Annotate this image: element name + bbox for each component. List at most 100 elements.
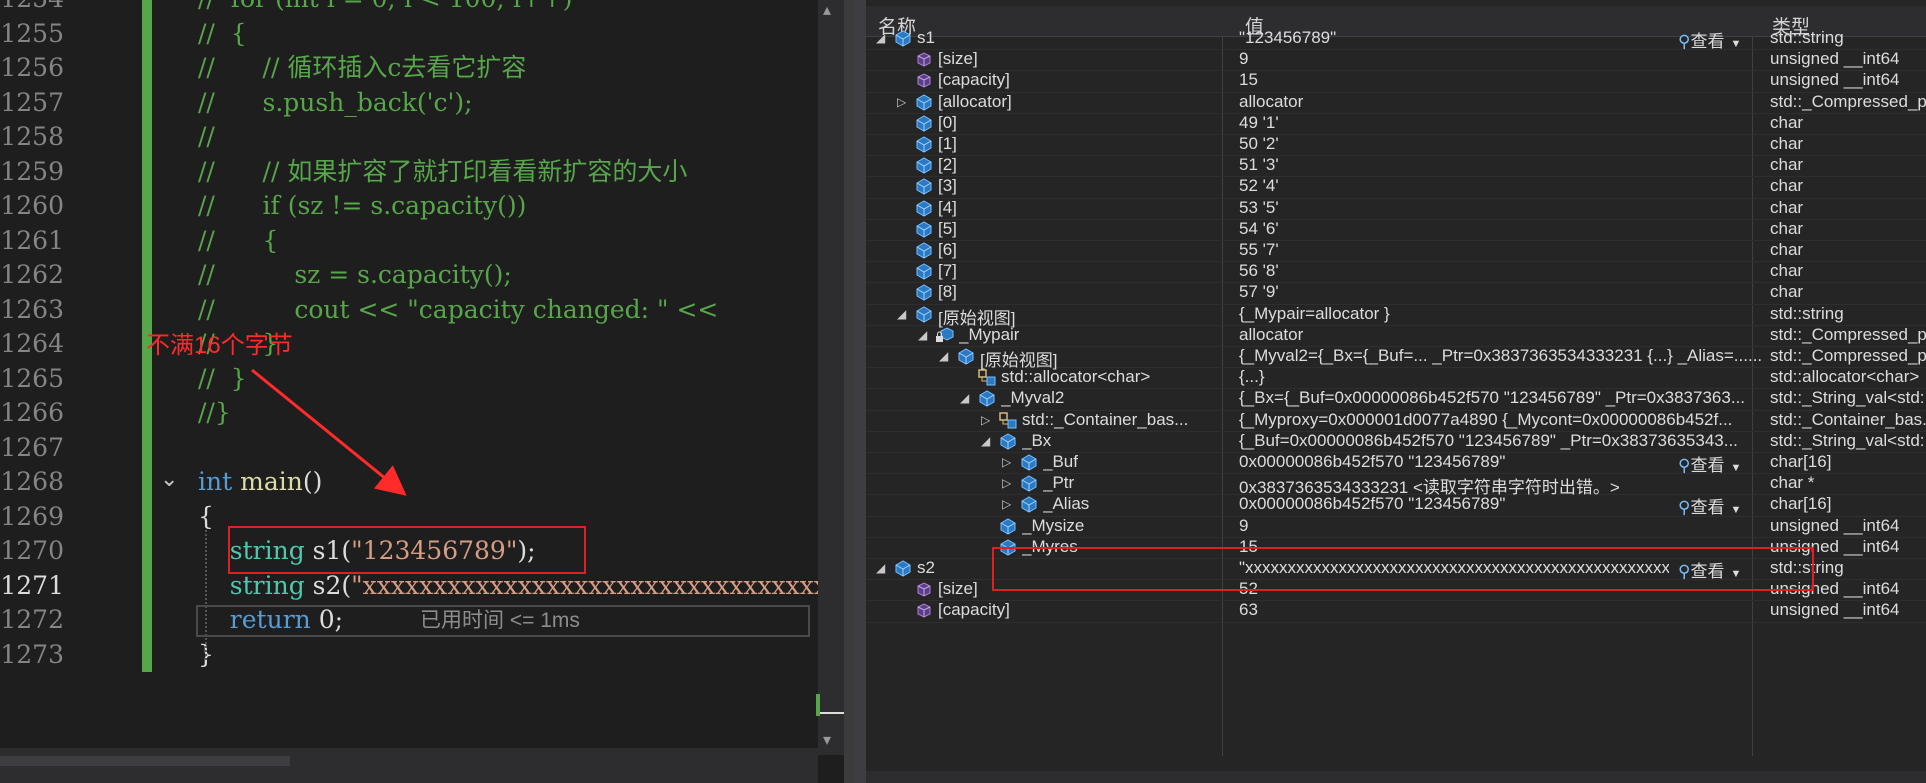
- code-line[interactable]: //}: [198, 396, 231, 431]
- code-token: // {: [198, 225, 279, 255]
- scroll-down-icon[interactable]: ▾: [823, 730, 831, 749]
- code-line[interactable]: // sz = s.capacity();: [198, 258, 512, 293]
- code-line[interactable]: // }: [198, 362, 247, 397]
- watch-value[interactable]: allocator: [1239, 92, 1764, 112]
- watch-row[interactable]: std::allocator<char> {...} std::allocator<…: [866, 367, 1926, 390]
- line-number: 1259: [0, 156, 64, 186]
- watch-value[interactable]: 51 '3': [1239, 155, 1764, 175]
- horizontal-scrollbar[interactable]: [0, 756, 290, 766]
- watch-value[interactable]: {_Mypair=allocator }: [1239, 304, 1764, 324]
- watch-row[interactable]: [1] 50 '2' char: [866, 134, 1926, 157]
- dropdown-icon[interactable]: ▼: [1730, 504, 1741, 516]
- watch-row[interactable]: [size] 9 unsigned __int64: [866, 49, 1926, 72]
- code-editor[interactable]: 1254 // for (int i = 0; i < 100; i++) 1255…: [0, 0, 818, 783]
- watch-row[interactable]: ▷ _Alias 0x00000086b452f570 "123456789" ⚲查看…: [866, 494, 1926, 517]
- code-line[interactable]: // for (int i = 0; i < 100; i++): [198, 0, 572, 17]
- watch-value[interactable]: {_Buf=0x00000086b452f570 "123456789" _Pt…: [1239, 431, 1764, 451]
- code-line[interactable]: // s.push_back('c');: [198, 86, 473, 121]
- watch-value[interactable]: 49 '1': [1239, 113, 1764, 133]
- watch-row[interactable]: [8] 57 '9' char: [866, 282, 1926, 305]
- code-line[interactable]: {: [198, 500, 214, 535]
- object-icon: [1019, 494, 1039, 514]
- panel-splitter[interactable]: [844, 0, 854, 783]
- watch-row[interactable]: ◢ _Mypair allocator std::_Compressed_p...: [866, 325, 1926, 347]
- watch-value[interactable]: 9: [1239, 49, 1764, 69]
- watch-value[interactable]: {_Bx={_Buf=0x00000086b452f570 "123456789…: [1239, 388, 1764, 408]
- watch-value[interactable]: allocator: [1239, 325, 1764, 345]
- watch-row[interactable]: ▷ [allocator] allocator std::_Compressed_p.…: [866, 92, 1926, 114]
- expand-icon[interactable]: ▷: [981, 413, 990, 427]
- watch-row[interactable]: ◢ _Bx {_Buf=0x00000086b452f570 "123456789"…: [866, 431, 1926, 453]
- dropdown-icon[interactable]: ▼: [1730, 462, 1741, 474]
- line-number: 1267: [0, 432, 64, 462]
- object-icon: [914, 176, 934, 196]
- watch-value[interactable]: 53 '5': [1239, 198, 1764, 218]
- watch-name: _Mypair: [959, 324, 1020, 344]
- dropdown-icon[interactable]: ▼: [1730, 38, 1741, 50]
- watch-type: char: [1770, 261, 1804, 281]
- watch-row[interactable]: ◢ [原始视图] {_Myval2={_Bx={_Buf=... _Ptr=0x38…: [866, 346, 1926, 370]
- line-number: 1264: [0, 329, 64, 358]
- code-token: // sz = s.capacity();: [198, 260, 512, 289]
- collapse-icon[interactable]: ◢: [897, 307, 906, 321]
- watch-row[interactable]: [capacity] 15 unsigned __int64: [866, 70, 1926, 93]
- collapse-icon[interactable]: ◢: [876, 561, 885, 575]
- collapse-icon[interactable]: ◢: [960, 391, 969, 405]
- code-line[interactable]: // {: [198, 224, 278, 259]
- collapse-icon[interactable]: ◢: [981, 434, 990, 448]
- expand-icon[interactable]: ▷: [1002, 455, 1011, 469]
- code-line[interactable]: int main(): [198, 465, 322, 500]
- watch-value[interactable]: 0x00000086b452f570 "123456789": [1239, 452, 1669, 472]
- collapse-icon[interactable]: ◢: [918, 328, 927, 342]
- watch-name: [size]: [938, 579, 978, 599]
- watch-value[interactable]: 63: [1239, 600, 1764, 620]
- watch-row[interactable]: [capacity] 63 unsigned __int64: [866, 600, 1926, 623]
- watch-row[interactable]: ▷ _Ptr 0x3837363534333231 <读取字符串字符时出错。> cha…: [866, 473, 1926, 497]
- watch-value[interactable]: 9: [1239, 516, 1764, 536]
- watch-value[interactable]: 50 '2': [1239, 134, 1764, 154]
- watch-row[interactable]: ◢ _Myval2 {_Bx={_Buf=0x00000086b452f570 "1…: [866, 388, 1926, 411]
- watch-value[interactable]: 15: [1239, 70, 1764, 90]
- watch-row[interactable]: [0] 49 '1' char: [866, 113, 1926, 135]
- watch-row[interactable]: [6] 55 '7' char: [866, 240, 1926, 263]
- code-line[interactable]: // cout << "capacity changed: " <<: [198, 293, 718, 328]
- watch-row[interactable]: _Mysize 9 unsigned __int64: [866, 516, 1926, 538]
- watch-value[interactable]: {_Myproxy=0x000001d0077a4890 {_Mycont=0x…: [1239, 410, 1764, 430]
- watch-row[interactable]: [5] 54 '6' char: [866, 219, 1926, 241]
- watch-row[interactable]: ◢ s1 "123456789" ⚲查看 ▼ std::string: [866, 28, 1926, 51]
- watch-row[interactable]: [2] 51 '3' char: [866, 155, 1926, 178]
- expand-icon[interactable]: ▷: [1002, 476, 1011, 490]
- watch-row[interactable]: ▷ std::_Container_bas... {_Myproxy=0x00000…: [866, 410, 1926, 432]
- collapse-icon[interactable]: ◢: [876, 31, 885, 45]
- watch-value[interactable]: 54 '6': [1239, 219, 1764, 239]
- watch-row[interactable]: [4] 53 '5' char: [866, 198, 1926, 220]
- collapse-icon[interactable]: ◢: [939, 349, 948, 363]
- watch-value[interactable]: 55 '7': [1239, 240, 1764, 260]
- watch-value[interactable]: {...}: [1239, 367, 1764, 387]
- code-line[interactable]: // // 如果扩容了就打印看看新扩容的大小: [198, 155, 687, 190]
- expand-icon[interactable]: ▷: [897, 95, 906, 109]
- watch-row[interactable]: ▷ _Buf 0x00000086b452f570 "123456789" ⚲查看 ▼ c…: [866, 452, 1926, 475]
- collapse-main-icon[interactable]: ⌄: [160, 469, 180, 491]
- watch-value[interactable]: {_Myval2={_Bx={_Buf=... _Ptr=0x383736353…: [1239, 346, 1764, 366]
- watch-row[interactable]: [7] 56 '8' char: [866, 261, 1926, 284]
- code-line[interactable]: // // 循环插入c去看它扩容: [198, 51, 526, 86]
- code-line[interactable]: // if (sz != s.capacity()): [198, 189, 526, 224]
- watch-value[interactable]: 0x00000086b452f570 "123456789": [1239, 494, 1669, 514]
- view-label: 查看: [1690, 456, 1725, 475]
- watch-value[interactable]: 57 '9': [1239, 282, 1764, 302]
- private-member-icon: [935, 325, 955, 345]
- watch-name: [size]: [938, 49, 978, 69]
- watch-scrollbar[interactable]: [854, 0, 866, 783]
- watch-name: [6]: [938, 240, 957, 259]
- scroll-up-icon[interactable]: ▴: [823, 0, 831, 19]
- watch-value[interactable]: "123456789": [1239, 28, 1669, 48]
- watch-value[interactable]: 52 '4': [1239, 176, 1764, 196]
- expand-icon[interactable]: ▷: [1002, 497, 1011, 511]
- watch-value[interactable]: 56 '8': [1239, 261, 1764, 281]
- watch-row[interactable]: [3] 52 '4' char: [866, 176, 1926, 199]
- vertical-scrollbar[interactable]: [818, 0, 844, 755]
- code-line[interactable]: //: [198, 120, 215, 155]
- code-line[interactable]: // {: [198, 17, 247, 52]
- watch-row[interactable]: ◢ [原始视图] {_Mypair=allocator } std::string: [866, 304, 1926, 328]
